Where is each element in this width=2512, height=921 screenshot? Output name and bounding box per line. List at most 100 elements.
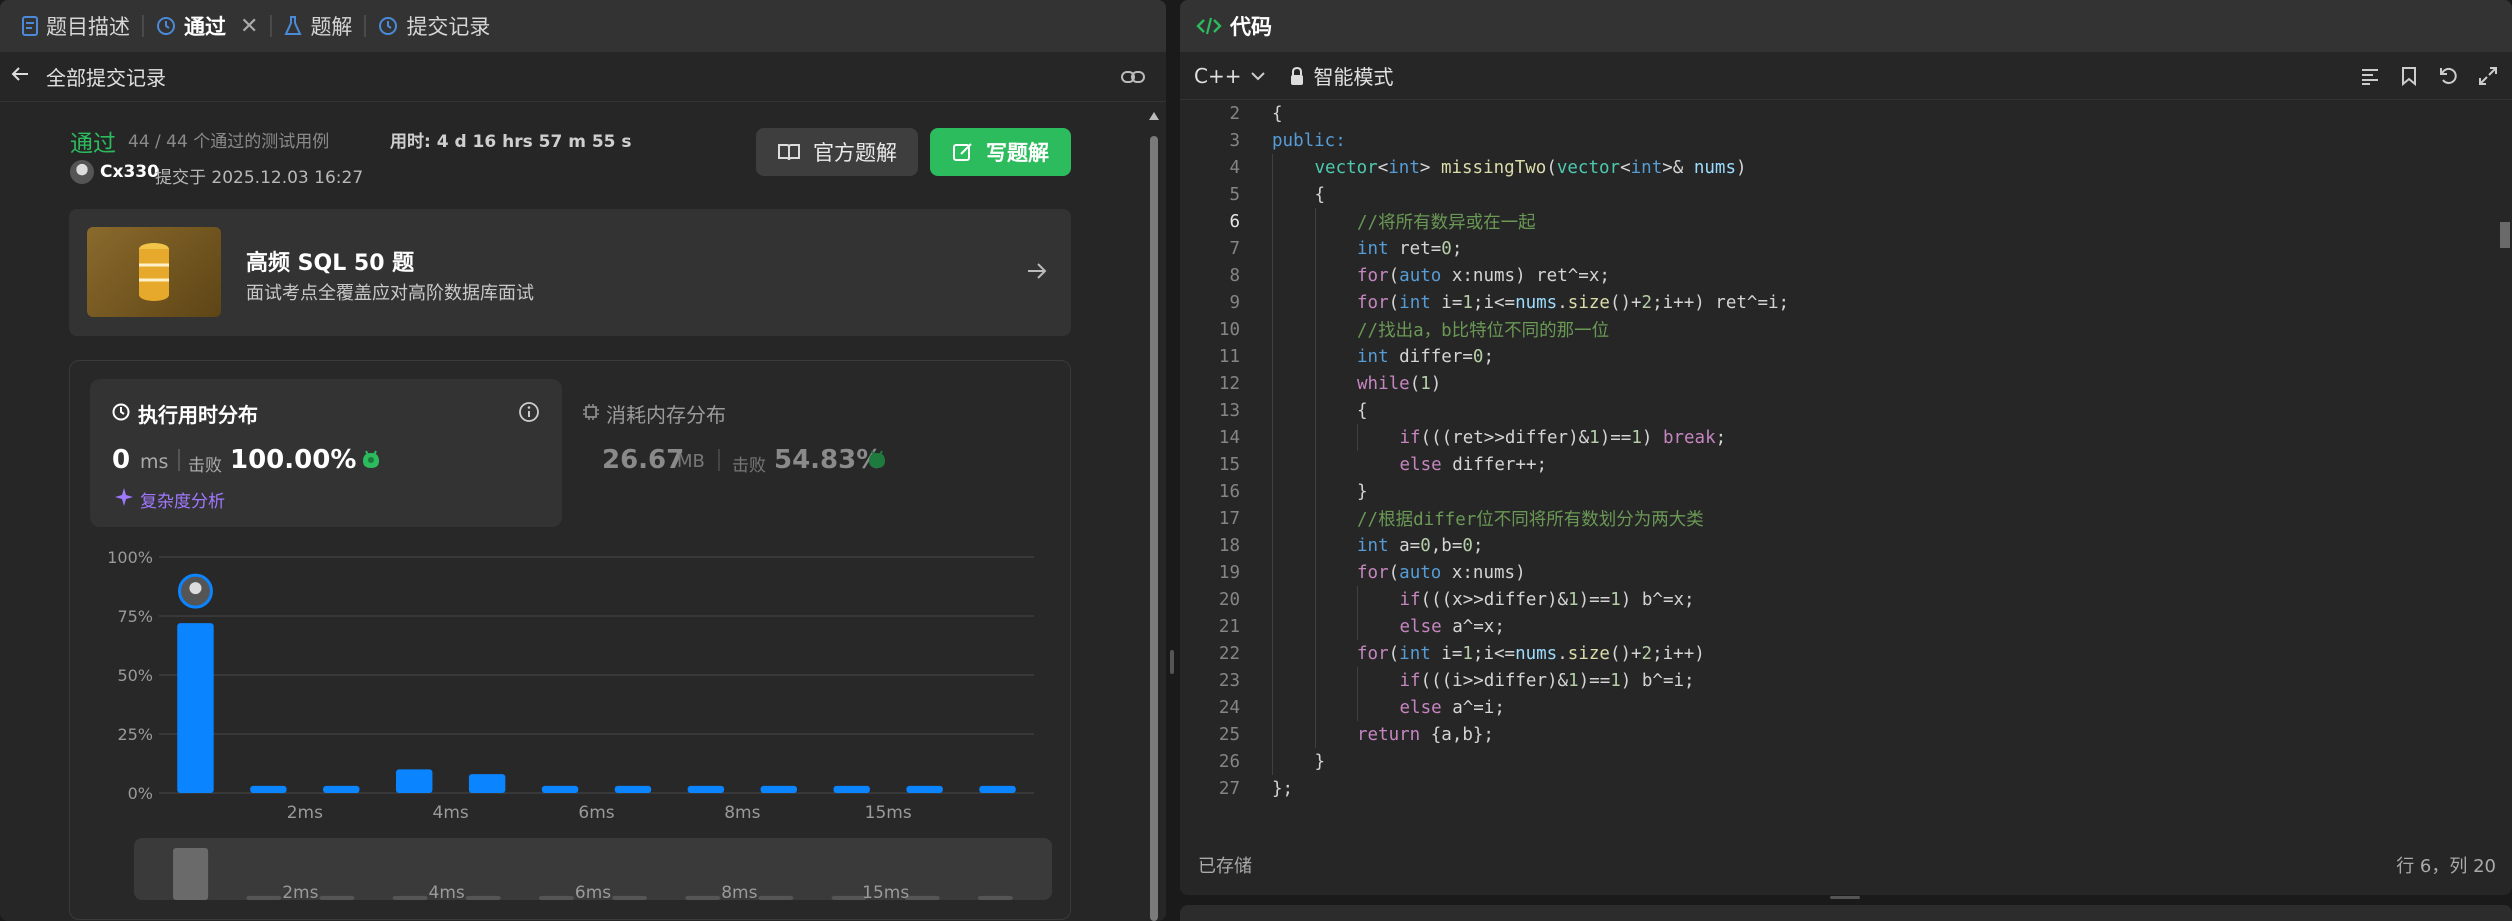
code-token: ) xyxy=(1430,373,1442,394)
code-token: ( xyxy=(1388,562,1400,583)
code-line[interactable]: 27}; xyxy=(1180,775,2480,802)
code-line[interactable]: 9 for(int i=1;i<=nums.size()+2;i++) ret^=… xyxy=(1180,289,2480,316)
user-avatar-face xyxy=(189,582,202,595)
code-token: int xyxy=(1399,643,1431,664)
editor-scrollbar-thumb[interactable] xyxy=(2500,222,2510,248)
code-line[interactable]: 7 int ret=0; xyxy=(1180,235,2480,262)
code-line[interactable]: 4 vector<int> missingTwo(vector<int>& num… xyxy=(1180,154,2480,181)
edit-icon xyxy=(953,143,972,161)
avatar[interactable] xyxy=(70,160,94,184)
code-line[interactable]: 12 while(1) xyxy=(1180,370,2480,397)
tab-solutions[interactable]: 题解 xyxy=(274,0,362,52)
code-line[interactable]: 8 for(auto x:nums) ret^=x; xyxy=(1180,262,2480,289)
line-number: 19 xyxy=(1218,562,1240,583)
line-number: 25 xyxy=(1218,724,1240,745)
code-line[interactable]: 3 public: xyxy=(1180,127,2480,154)
code-token: ) xyxy=(1736,157,1747,178)
code-token: 0 xyxy=(1420,535,1431,556)
code-token: a^=x; xyxy=(1441,616,1505,637)
book-icon xyxy=(778,144,800,161)
code-token: 1 xyxy=(1610,589,1621,610)
code-text: { xyxy=(1315,185,1326,205)
memory-title[interactable]: 消耗内存分布 xyxy=(606,399,726,428)
code-text: for(int i=1;i<=nums.size()+2;i++) xyxy=(1357,644,1705,664)
bookmark-icon[interactable] xyxy=(2400,66,2418,91)
code-line[interactable]: 22 for(int i=1;i<=nums.size()+2;i++) xyxy=(1180,640,2480,667)
y-tick-label: 100% xyxy=(107,548,153,567)
code-line[interactable]: 5{ xyxy=(1180,181,2480,208)
format-icon[interactable] xyxy=(2360,66,2380,91)
code-line[interactable]: 21 else a^=x; xyxy=(1180,613,2480,640)
x-tick-label: 6ms xyxy=(578,803,614,823)
code-token: public: xyxy=(1272,130,1346,151)
saved-status: 已存储 xyxy=(1198,856,1252,877)
line-number: 9 xyxy=(1229,292,1240,313)
runtime-card[interactable]: 执行用时分布 0 ms 击败 100.00% 复杂度分析 xyxy=(90,379,562,527)
language-select[interactable]: C++ xyxy=(1194,64,1266,88)
code-line[interactable]: 11 int differ=0; xyxy=(1180,343,2480,370)
info-icon[interactable] xyxy=(518,401,540,427)
indent-guide xyxy=(1314,208,1316,748)
code-line[interactable]: 25 return {a,b}; xyxy=(1180,721,2480,748)
splitter-handle[interactable] xyxy=(1830,896,1860,899)
close-icon[interactable]: ✕ xyxy=(240,14,258,39)
code-line[interactable]: 10 //找出a，b比特位不同的那一位 xyxy=(1180,316,2480,343)
testcase-panel[interactable] xyxy=(1180,905,2512,921)
back-arrow-icon[interactable] xyxy=(10,64,30,89)
submission-panel: 题目描述 通过 ✕ 题解 提交记录 全部提交记录 通过 44 / 44 个通过的… xyxy=(0,0,1166,921)
code-line[interactable]: 20 if(((x>>differ)&1)==1) b^=x; xyxy=(1180,586,2480,613)
complexity-analysis-link[interactable]: 复杂度分析 xyxy=(140,487,225,512)
clock-icon xyxy=(112,403,130,425)
tab-description[interactable]: 题目描述 xyxy=(12,0,140,52)
code-line[interactable]: 16} xyxy=(1180,478,2480,505)
code-text: //找出a，b比特位不同的那一位 xyxy=(1357,317,1609,342)
code-token: (((ret>>differ)& xyxy=(1420,427,1590,448)
study-plan-card[interactable]: 高频 SQL 50 题 面试考点全覆盖应对高阶数据库面试 xyxy=(69,209,1071,336)
code-line[interactable]: 24 else a^=i; xyxy=(1180,694,2480,721)
all-submissions-link[interactable]: 全部提交记录 xyxy=(46,62,166,91)
memory-value: 26.67 xyxy=(602,445,685,475)
bar xyxy=(177,623,214,793)
code-line[interactable]: 23 if(((i>>differ)&1)==1) b^=i; xyxy=(1180,667,2480,694)
official-solution-label: 官方题解 xyxy=(813,141,897,165)
official-solution-button[interactable]: 官方题解 xyxy=(756,128,918,176)
code-token: )== xyxy=(1578,589,1611,610)
y-tick-label: 75% xyxy=(117,607,153,626)
code-token: x:nums) ret^=x; xyxy=(1441,265,1610,286)
code-text: if(((ret>>differ)&1)==1) break; xyxy=(1400,428,1727,448)
expand-icon[interactable] xyxy=(2478,66,2498,91)
code-line[interactable]: 13 { xyxy=(1180,397,2480,424)
code-token: auto xyxy=(1399,562,1442,583)
chip-icon xyxy=(582,403,600,425)
beats-badge-icon xyxy=(866,449,888,475)
code-line[interactable]: 14 if(((ret>>differ)&1)==1) break; xyxy=(1180,424,2480,451)
tab-accepted[interactable]: 通过 ✕ xyxy=(146,0,268,52)
reset-icon[interactable] xyxy=(2438,66,2458,91)
code-line[interactable]: 2{ xyxy=(1180,100,2480,127)
code-line[interactable]: 18 int a=0,b=0; xyxy=(1180,532,2480,559)
user-name[interactable]: Cx330 xyxy=(100,162,159,182)
panel-resize-handle[interactable] xyxy=(1170,650,1174,674)
indent-guide xyxy=(1357,424,1358,451)
submission-time: 提交于 2025.12.03 16:27 xyxy=(155,168,364,188)
code-line[interactable]: 17 //根据differ位不同将所有数划分为两大类 xyxy=(1180,505,2480,532)
runtime-distribution-chart[interactable]: 100% 75% 50% 25% 0% 2ms 4ms 6ms 8ms 15ms xyxy=(69,540,1069,830)
code-token: int xyxy=(1399,292,1431,313)
line-number: 2 xyxy=(1229,103,1240,124)
chart-range-selector[interactable]: 2ms 4ms 6ms 8ms 15ms xyxy=(134,838,1052,900)
write-solution-button[interactable]: 写题解 xyxy=(930,128,1071,176)
y-tick-label: 0% xyxy=(128,784,153,803)
link-icon[interactable] xyxy=(1120,66,1146,93)
smart-mode-toggle[interactable]: 智能模式 xyxy=(1289,61,1393,90)
code-line[interactable]: 19 for(auto x:nums) xyxy=(1180,559,2480,586)
code-token: else xyxy=(1399,697,1442,718)
code-line[interactable]: 6 //将所有数异或在一起 xyxy=(1180,208,2480,235)
code-line[interactable]: 15 else differ++; xyxy=(1180,451,2480,478)
code-editor[interactable]: 2{3 public: 4 vector<int> missingTwo(vector… xyxy=(1180,100,2490,840)
submission-subheader: 全部提交记录 xyxy=(0,52,1166,102)
code-token: )== xyxy=(1578,670,1611,691)
code-line[interactable]: 26} xyxy=(1180,748,2480,775)
code-text: int a=0,b=0; xyxy=(1357,536,1483,556)
left-scrollbar[interactable] xyxy=(1147,110,1161,921)
tab-submissions[interactable]: 提交记录 xyxy=(368,0,500,52)
